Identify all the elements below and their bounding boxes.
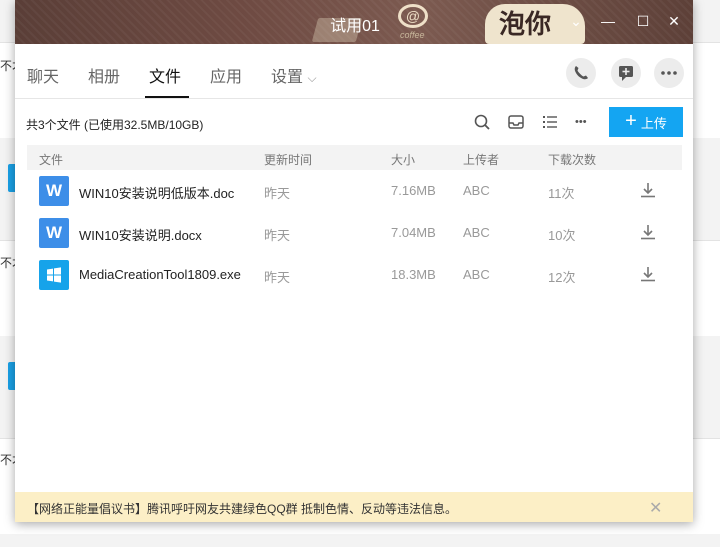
file-downloads: 10次 [548,228,576,243]
add-chat-button[interactable] [611,58,641,88]
more-options-button[interactable] [654,58,684,88]
download-icon [641,267,655,282]
word-file-icon: W [39,218,69,248]
search-button[interactable] [472,112,492,132]
file-row[interactable]: W WIN10安装说明.docx 昨天 7.04MB ABC 10次 [27,212,682,254]
chat-add-icon [619,66,633,81]
download-icon [641,225,655,240]
download-icon [641,183,655,198]
windows-exe-icon [39,260,69,290]
tab-files[interactable]: 文件 [149,63,181,87]
notice-close-button[interactable]: ✕ [649,498,662,518]
header-file[interactable]: 文件 [39,151,63,168]
list-icon [543,116,557,128]
file-updated: 昨天 [264,270,291,285]
active-tab-indicator [145,96,189,98]
download-button[interactable] [639,223,657,241]
dropdown-arrow-icon[interactable]: ⌄ [565,10,587,32]
tab-chat[interactable]: 聊天 [27,63,59,87]
tab-bar: 聊天 相册 文件 应用 设置 ⌵ [15,44,693,99]
tab-apps[interactable]: 应用 [210,63,242,87]
banner-text: 泡你 [499,10,552,40]
tab-settings[interactable]: 设置 ⌵ [271,63,317,87]
list-view-button[interactable] [540,112,560,132]
file-uploader: ABC [463,225,490,240]
header-uploader[interactable]: 上传者 [463,151,499,168]
header-downloads[interactable]: 下载次数 [548,151,596,168]
windows-logo-icon [47,267,61,283]
tab-album[interactable]: 相册 [88,63,120,87]
download-button[interactable] [639,181,657,199]
file-downloads: 11次 [548,186,575,201]
more-icon [661,71,677,75]
upload-button[interactable]: + 上传 [609,107,683,137]
inbox-icon [508,115,524,129]
file-name[interactable]: WIN10安装说明.docx [79,225,202,244]
file-uploader: ABC [463,183,490,198]
storage-summary: 共3个文件 (已使用32.5MB/10GB) [26,118,204,132]
file-size: 18.3MB [391,267,436,282]
file-name[interactable]: MediaCreationTool1809.exe [79,267,241,282]
title-bar[interactable]: @ coffee 泡你 试用01 ⌄ — ☐ ✕ [15,0,693,44]
file-downloads: 12次 [548,270,576,285]
notice-text[interactable]: 【网络正能量倡议书】腾讯呼吁网友共建绿色QQ群 抵制色情、反动等违法信息。 [27,500,457,517]
header-updated[interactable]: 更新时间 [264,151,312,168]
inbox-button[interactable] [506,112,526,132]
file-row[interactable]: W WIN10安装说明低版本.doc 昨天 7.16MB ABC 11次 [27,170,682,212]
file-row[interactable]: MediaCreationTool1809.exe 昨天 18.3MB ABC … [27,254,682,296]
file-updated: 昨天 [264,186,291,201]
file-uploader: ABC [463,267,490,282]
file-size: 7.16MB [391,183,436,198]
file-updated: 昨天 [264,228,291,243]
phone-icon [574,66,588,80]
download-button[interactable] [639,265,657,283]
chevron-down-icon: ⌵ [307,71,317,85]
upload-label: 上传 [640,115,667,131]
group-file-window: @ coffee 泡你 试用01 ⌄ — ☐ ✕ 聊天 相册 文件 应用 设置 … [15,0,693,522]
file-table-header: 文件 更新时间 大小 上传者 下载次数 [27,145,682,170]
plus-icon: + [625,110,637,132]
window-title: 试用01 [330,18,380,35]
file-size: 7.04MB [391,225,436,240]
close-button[interactable]: ✕ [663,10,685,32]
search-icon [474,114,490,130]
more-actions-button[interactable]: ••• [575,112,599,132]
phone-call-button[interactable] [566,58,596,88]
header-size[interactable]: 大小 [391,151,415,168]
word-file-icon: W [39,176,69,206]
minimize-button[interactable]: — [597,10,619,32]
tab-settings-label: 设置 [271,69,304,86]
maximize-button[interactable]: ☐ [632,10,654,32]
file-name[interactable]: WIN10安装说明低版本.doc [79,183,234,202]
notice-bar: 【网络正能量倡议书】腾讯呼吁网友共建绿色QQ群 抵制色情、反动等违法信息。 ✕ [15,492,693,522]
